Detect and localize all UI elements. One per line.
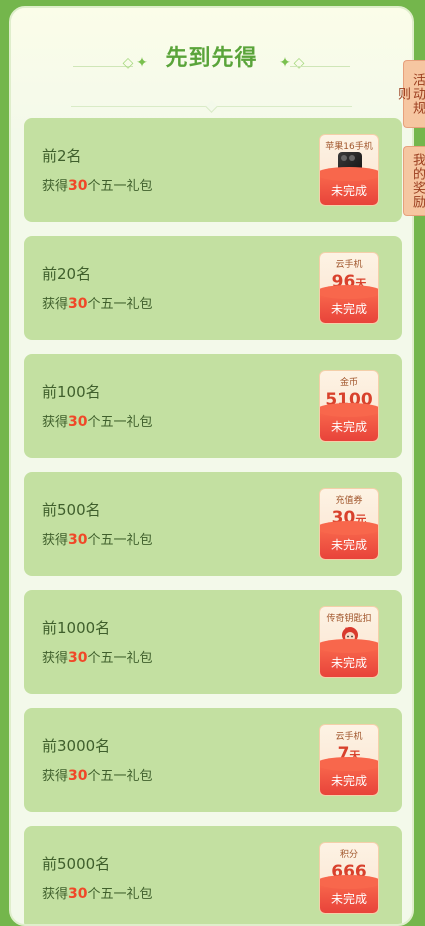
reward-label: 云手机 xyxy=(335,260,363,270)
rank-label: 前2名 xyxy=(42,147,82,165)
status-button[interactable]: 未完成 xyxy=(320,403,378,441)
status-button[interactable]: 未完成 xyxy=(320,757,378,795)
reward-badge[interactable]: 传奇钥匙扣 未完成 xyxy=(319,606,379,678)
status-button[interactable]: 未完成 xyxy=(320,285,378,323)
reward-badge[interactable]: 积分 666 未完成 xyxy=(319,842,379,914)
reward-description: 获得30个五一礼包 xyxy=(42,414,153,430)
rank-label: 前3000名 xyxy=(42,737,111,755)
reward-card: 前500名 获得30个五一礼包 充值券 30元 未完成 xyxy=(24,472,402,576)
reward-badge[interactable]: 充值券 30元 未完成 xyxy=(319,488,379,560)
reward-description: 获得30个五一礼包 xyxy=(42,532,153,548)
rank-label: 前5000名 xyxy=(42,855,111,873)
reward-badge[interactable]: 苹果16手机 未完成 xyxy=(319,134,379,206)
my-rewards-tab[interactable]: 我的奖励 xyxy=(403,146,425,216)
rank-label: 前100名 xyxy=(42,383,101,401)
reward-description: 获得30个五一礼包 xyxy=(42,296,153,312)
reward-card: 前100名 获得30个五一礼包 金币 5100 未完成 xyxy=(24,354,402,458)
reward-label: 传奇钥匙扣 xyxy=(326,614,372,624)
reward-label: 充值券 xyxy=(335,496,363,506)
reward-description: 获得30个五一礼包 xyxy=(42,768,153,784)
reward-description: 获得30个五一礼包 xyxy=(42,886,153,902)
sparkle-icon: ◇ xyxy=(293,55,305,71)
page-title: 先到先得 xyxy=(165,46,258,71)
main-panel: ◇ ✦ 先到先得 ✦ ◇ 前2名 获得30个五一礼包 苹果16手机 未完成 前2… xyxy=(9,6,414,926)
reward-card: 前20名 获得30个五一礼包 云手机 96天 未完成 xyxy=(24,236,402,340)
header: ◇ ✦ 先到先得 ✦ ◇ xyxy=(11,32,412,113)
header-line-right xyxy=(290,66,350,67)
status-button[interactable]: 未完成 xyxy=(320,167,378,205)
status-button[interactable]: 未完成 xyxy=(320,521,378,559)
reward-card: 前5000名 获得30个五一礼包 积分 666 未完成 xyxy=(24,826,402,924)
reward-card: 前1000名 获得30个五一礼包 传奇钥匙扣 未完成 xyxy=(24,590,402,694)
status-button[interactable]: 未完成 xyxy=(320,875,378,913)
reward-badge[interactable]: 云手机 7天 未完成 xyxy=(319,724,379,796)
reward-label: 苹果16手机 xyxy=(325,142,373,152)
reward-card: 前3000名 获得30个五一礼包 云手机 7天 未完成 xyxy=(24,708,402,812)
rank-label: 前500名 xyxy=(42,501,101,519)
reward-badge[interactable]: 金币 5100 未完成 xyxy=(319,370,379,442)
sparkle-icon: ✦ xyxy=(279,55,291,71)
reward-description: 获得30个五一礼包 xyxy=(42,650,153,666)
reward-label: 金币 xyxy=(339,378,358,388)
rank-label: 前20名 xyxy=(42,265,92,283)
reward-badge[interactable]: 云手机 96天 未完成 xyxy=(319,252,379,324)
status-button[interactable]: 未完成 xyxy=(320,639,378,677)
reward-label: 云手机 xyxy=(335,732,363,742)
reward-card: 前2名 获得30个五一礼包 苹果16手机 未完成 xyxy=(24,118,402,222)
activity-rules-tab[interactable]: 活动规则 xyxy=(395,60,425,128)
reward-description: 获得30个五一礼包 xyxy=(42,178,153,194)
reward-label: 积分 xyxy=(339,850,358,860)
rank-label: 前1000名 xyxy=(42,619,111,637)
